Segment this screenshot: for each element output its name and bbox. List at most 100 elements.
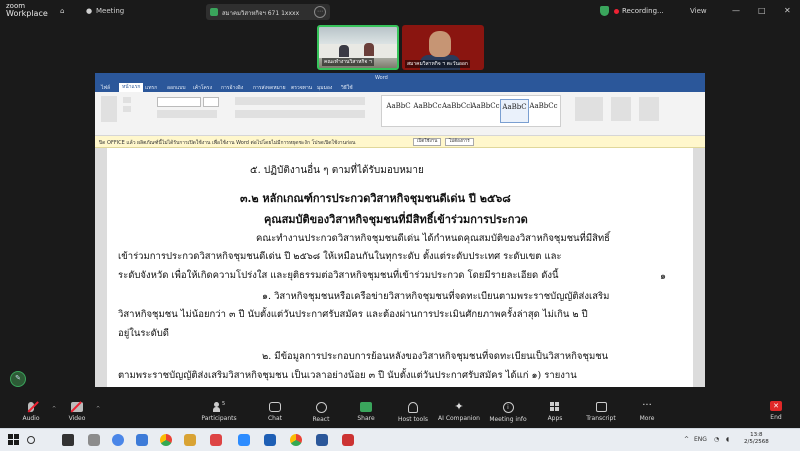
zoom-icon[interactable] [238, 434, 250, 446]
audio-label: Audio [22, 415, 40, 422]
system-clock[interactable]: 13:8 2/5/2568 [744, 432, 769, 446]
doc-line: ๒. มีข้อมูลการประกอบการย้อนหลังของวิสาหก… [262, 351, 609, 362]
paragraph-align-buttons[interactable] [235, 110, 365, 118]
chrome-icon[interactable] [160, 434, 172, 446]
participant-name: สมาคมวิสาหกิจ ฯ ตะวันออก [405, 60, 470, 68]
tab-design[interactable]: ออกแบบ [167, 84, 186, 92]
maximize-button[interactable]: □ [758, 6, 766, 15]
security-shield-icon[interactable] [600, 6, 609, 16]
participants-label: Participants [201, 415, 237, 422]
style-title[interactable]: AaBbC [500, 99, 529, 123]
video-button[interactable]: Video [50, 402, 104, 422]
close-button[interactable]: ✕ [784, 6, 791, 15]
shield-icon [408, 402, 418, 413]
wifi-icon[interactable]: ◔ [714, 436, 719, 443]
recording-status[interactable]: Recording... [622, 7, 664, 15]
taskbar-app-icon[interactable] [264, 434, 276, 446]
tab-help[interactable]: วิธีใช้ [341, 84, 353, 92]
info-icon: i [502, 402, 514, 413]
chat-label: Chat [267, 415, 283, 422]
tab-insert[interactable]: แทรก [145, 84, 157, 92]
chrome-icon[interactable] [290, 434, 302, 446]
view-button[interactable]: View [690, 7, 707, 15]
meeting-tab[interactable]: Meeting [96, 7, 124, 15]
tab-review[interactable]: ตรวจทาน [291, 84, 312, 92]
clock-date: 2/5/2568 [744, 439, 769, 445]
style-sample: AaBbCc [529, 102, 558, 110]
style-sample: AaBbC [502, 103, 527, 111]
tab-view[interactable]: มุมมอง [317, 84, 332, 92]
doc-heading: ๓.๒ หลักเกณฑ์การประกวดวิสาหกิจชุมชนดีเด่… [240, 192, 511, 205]
style-sample: AaBbCcl [442, 102, 473, 110]
file-explorer-icon[interactable] [184, 434, 196, 446]
tab-mailings[interactable]: การส่งจดหมาย [253, 84, 286, 92]
cut-icon[interactable] [123, 97, 131, 103]
edge-icon[interactable] [112, 434, 124, 446]
volume-icon[interactable]: ◖ [726, 436, 729, 443]
font-name-select[interactable] [157, 97, 201, 107]
taskbar-app-icon[interactable] [88, 434, 100, 446]
home-button[interactable]: ⌂ [60, 7, 64, 15]
doc-subheading: คุณสมบัติของวิสาหกิจชุมชนที่มีสิทธิ์เข้า… [264, 213, 528, 226]
style-sample: AaBbCc [413, 102, 442, 110]
share-icon [360, 402, 372, 412]
clock-time: 13:8 [750, 432, 763, 438]
dismiss-button[interactable]: ไม่ต้องการ [445, 138, 474, 146]
transcript-icon [595, 402, 607, 412]
copy-icon[interactable] [123, 106, 131, 112]
style-sample: AaBbC [386, 102, 411, 110]
style-sample: AaBbCc [471, 102, 500, 110]
end-meeting-button[interactable]: ✕ End [762, 401, 790, 425]
style-heading-2[interactable]: AaBbCc [471, 99, 500, 123]
sparkle-icon: ✦ [454, 400, 464, 413]
share-button[interactable]: Share [339, 402, 393, 422]
font-size-select[interactable] [203, 97, 219, 107]
task-view-icon[interactable] [62, 434, 74, 446]
pdf-reader-icon[interactable] [342, 434, 354, 446]
style-no-spacing[interactable]: AaBbCc [413, 99, 442, 123]
more-options-icon[interactable]: ⋯ [314, 6, 326, 18]
doc-line: เข้าร่วมการประกวดวิสาหกิจชุมชนดีเด่น ปี … [118, 251, 562, 262]
tab-home[interactable]: หน้าแรก [119, 83, 144, 92]
paragraph-list-buttons[interactable] [235, 97, 365, 105]
style-normal[interactable]: AaBbC [384, 99, 413, 123]
minimize-button[interactable]: — [732, 6, 740, 15]
chat-icon [269, 402, 281, 412]
search-icon[interactable] [27, 436, 35, 444]
share-label: Share [357, 415, 375, 422]
meeting-info-button[interactable]: i Meeting info [481, 402, 535, 423]
meeting-icon: ● [86, 7, 93, 15]
word-ribbon-tabs: ไฟล์ หน้าแรก แทรก ออกแบบ เค้าโครง การอ้า… [95, 83, 705, 92]
language-indicator[interactable]: ENG [694, 436, 707, 443]
tab-references[interactable]: การอ้างอิง [221, 84, 243, 92]
style-subtitle[interactable]: AaBbCc [529, 99, 558, 123]
more-label: More [639, 415, 655, 422]
taskbar-app-icon[interactable] [210, 434, 222, 446]
meeting-topic-pill[interactable]: สมาคมวิสาหกิจฯ 671 1xxxx ⋯ [206, 4, 330, 20]
editor-icon[interactable] [639, 97, 659, 121]
start-button[interactable] [8, 434, 20, 446]
ai-companion-label: AI Companion [438, 415, 480, 422]
participant-video-2[interactable]: สมาคมวิสาหกิจ ฯ ตะวันออก [402, 25, 484, 70]
person-face [429, 31, 451, 57]
more-button[interactable]: ··· More [620, 401, 674, 423]
participants-count: 5 [222, 401, 226, 407]
paste-icon[interactable] [101, 96, 117, 122]
mail-icon[interactable] [136, 434, 148, 446]
tray-chevron-icon[interactable]: ^ [684, 436, 689, 443]
video-options-caret[interactable]: ^ [96, 406, 100, 412]
style-heading-1[interactable]: AaBbCcl [442, 99, 473, 123]
dictate-icon[interactable] [611, 97, 631, 121]
ai-companion-button[interactable]: ✦ AI Companion [432, 400, 486, 422]
participant-video-1[interactable]: คณะทำงานวิสาหกิจ ฯ [317, 25, 399, 70]
find-replace-icon[interactable] [575, 97, 603, 121]
font-format-buttons[interactable] [157, 110, 217, 118]
tab-file[interactable]: ไฟล์ [101, 84, 110, 92]
tab-layout[interactable]: เค้าโครง [193, 84, 212, 92]
activate-button[interactable]: เปิดใช้งาน [413, 138, 442, 146]
word-icon[interactable] [316, 434, 328, 446]
annotation-pen-icon[interactable]: ✎ [10, 371, 26, 387]
doc-line: ระดับจังหวัด เพื่อให้เกิดความโปร่งใส และ… [118, 270, 559, 281]
participants-button[interactable]: 5 Participants [192, 401, 246, 422]
doc-item-5: ๕. ปฏิบัติงานอื่น ๆ ตามที่ได้รับมอบหมาย [250, 165, 424, 176]
